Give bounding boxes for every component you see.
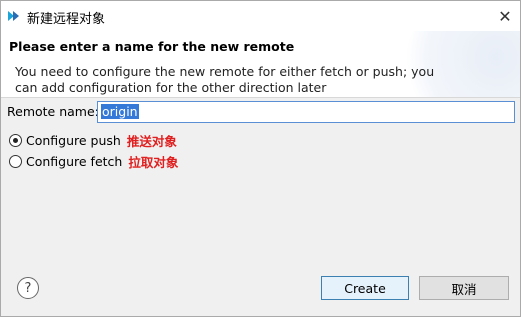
configure-fetch-annotation: 拉取对象 xyxy=(128,154,179,170)
window-title: 新建远程对象 xyxy=(27,12,106,27)
remote-name-label: Remote name: xyxy=(7,104,99,119)
cancel-button[interactable]: 取消 xyxy=(419,276,509,300)
close-button[interactable]: ✕ xyxy=(490,1,520,31)
app-icon xyxy=(7,9,21,23)
configure-fetch-option[interactable]: Configure fetch 拉取对象 xyxy=(9,152,178,170)
title-bar: 新建远程对象 ✕ xyxy=(1,1,520,31)
configure-fetch-radio[interactable] xyxy=(9,154,22,168)
configure-push-option[interactable]: Configure push 推送对象 xyxy=(9,131,177,149)
header-description: You need to configure the new remote for… xyxy=(15,64,435,95)
help-icon[interactable]: ? xyxy=(17,277,39,299)
header-title: Please enter a name for the new remote xyxy=(9,39,295,54)
header-banner: Please enter a name for the new remote Y… xyxy=(1,31,520,98)
configure-push-label[interactable]: Configure push xyxy=(26,133,121,148)
configure-fetch-label[interactable]: Configure fetch xyxy=(26,154,122,169)
create-button[interactable]: Create xyxy=(321,276,409,300)
remote-name-input[interactable]: origin xyxy=(97,101,515,123)
remote-name-row: Remote name: origin xyxy=(7,101,517,123)
dialog-window: 新建远程对象 ✕ Please enter a name for the new… xyxy=(0,0,521,317)
configure-push-annotation: 推送对象 xyxy=(126,133,177,149)
remote-name-value: origin xyxy=(101,104,139,119)
configure-push-radio[interactable] xyxy=(9,133,22,147)
